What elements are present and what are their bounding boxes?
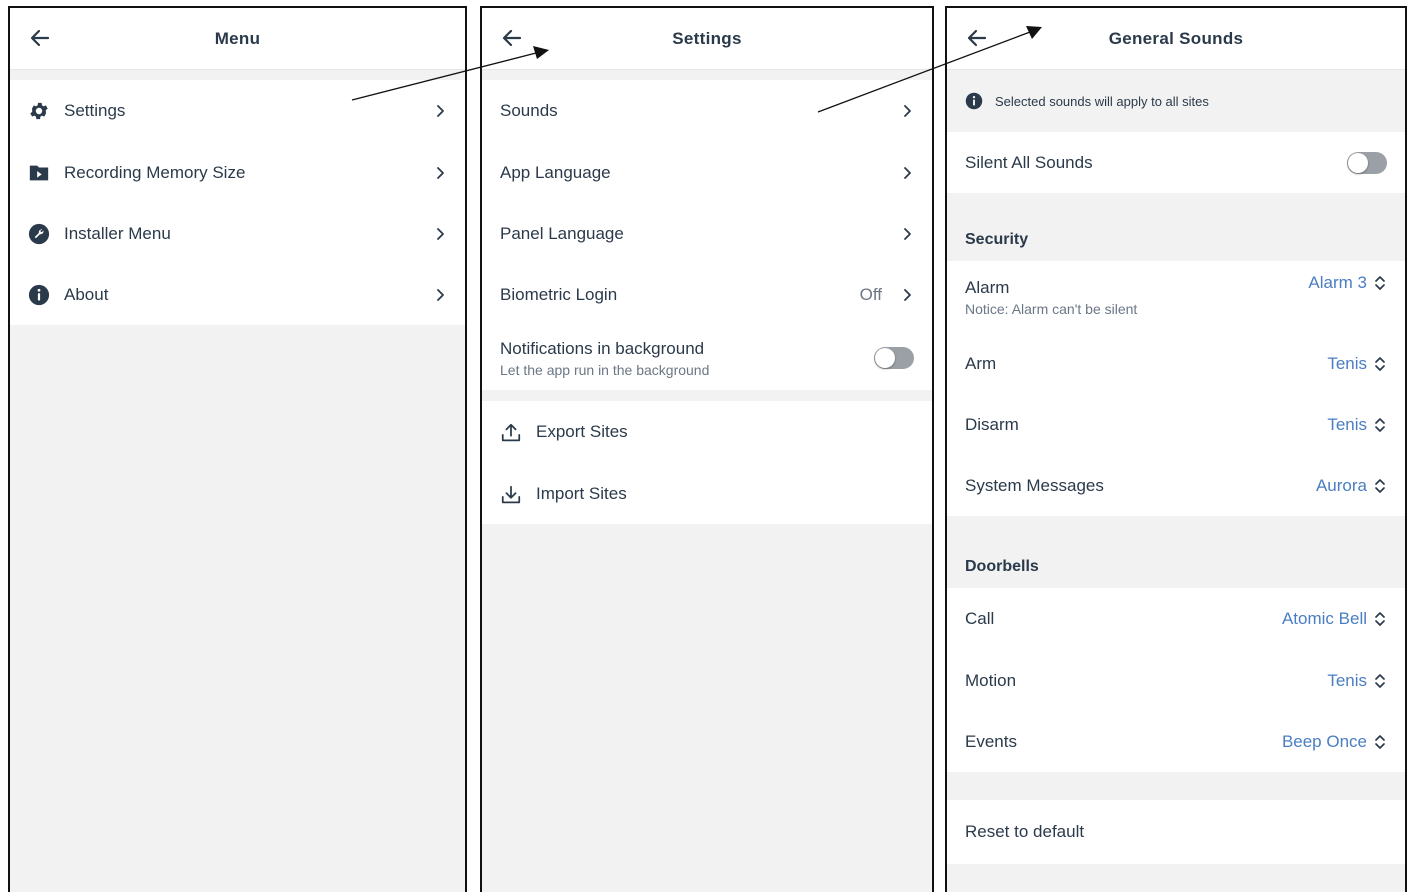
menu-item-recording-memory[interactable]: Recording Memory Size — [10, 142, 465, 203]
sound-value: Tenis — [1327, 414, 1367, 434]
chevron-up-down-icon — [1375, 734, 1385, 749]
action-label: Import Sites — [536, 483, 627, 503]
settings-item-label: Panel Language — [500, 223, 624, 243]
menu-header: Menu — [10, 8, 465, 70]
settings-item-panel-language[interactable]: Panel Language — [482, 203, 932, 264]
reset-label: Reset to default — [965, 822, 1085, 841]
menu-list: Settings Recording Memory Size Installer… — [10, 80, 465, 325]
sound-value: Alarm 3 — [1308, 273, 1367, 292]
biometric-status: Off — [859, 285, 882, 304]
menu-item-about[interactable]: About — [10, 264, 465, 325]
notifications-toggle[interactable] — [874, 347, 914, 369]
menu-item-label: Installer Menu — [64, 223, 171, 243]
chevron-right-icon — [904, 227, 911, 240]
gear-icon — [28, 100, 50, 122]
chevron-up-down-icon — [1375, 276, 1385, 290]
settings-item-label: App Language — [500, 162, 611, 182]
arrow-left-icon[interactable] — [500, 26, 524, 50]
settings-item-sublabel: Let the app run in the background — [500, 361, 710, 378]
sound-value: Beep Once — [1281, 731, 1367, 751]
chevron-right-icon — [904, 289, 911, 301]
settings-item-label: Biometric Login — [500, 285, 618, 304]
chevron-right-icon — [437, 288, 444, 301]
settings-list: Sounds App Language Panel Language Biome… — [482, 80, 932, 390]
sound-value: Tenis — [1327, 353, 1367, 373]
folder-play-icon — [28, 162, 50, 184]
sounds-header: General Sounds — [947, 8, 1405, 70]
doorbells-list: Call Atomic Bell Motion Tenis Events Bee… — [947, 588, 1405, 772]
settings-item-label: Sounds — [500, 101, 558, 120]
info-icon — [965, 92, 983, 110]
menu-screen: Menu Settings Recording Memory Size Inst… — [8, 6, 467, 892]
sound-label: Disarm — [965, 414, 1019, 434]
silent-all-toggle[interactable] — [1347, 151, 1387, 174]
chevron-up-down-icon — [1375, 478, 1385, 493]
menu-item-label: Settings — [64, 101, 126, 120]
arrow-left-icon[interactable] — [965, 26, 989, 50]
chevron-right-icon — [437, 166, 444, 179]
action-label: Export Sites — [536, 422, 628, 441]
sound-value: Tenis — [1327, 670, 1367, 690]
sound-row-disarm[interactable]: Disarm Tenis — [947, 394, 1405, 455]
upload-icon — [500, 421, 522, 443]
sound-row-motion[interactable]: Motion Tenis — [947, 650, 1405, 711]
sound-label: Call — [965, 609, 995, 628]
sound-label: Motion — [965, 670, 1017, 690]
settings-item-notifications-background: Notifications in background Let the app … — [482, 326, 932, 390]
settings-item-sounds[interactable]: Sounds — [482, 80, 932, 142]
chevron-up-down-icon — [1375, 356, 1385, 371]
security-heading: Security — [947, 193, 1405, 261]
doorbells-heading: Doorbells — [947, 516, 1405, 588]
silent-all-label: Silent All Sounds — [965, 152, 1093, 172]
arrow-left-icon[interactable] — [28, 26, 52, 50]
chevron-right-icon — [437, 227, 444, 240]
wrench-icon — [28, 223, 50, 245]
download-icon — [500, 483, 522, 505]
sound-row-events[interactable]: Events Beep Once — [947, 711, 1405, 772]
notice-text: Selected sounds will apply to all sites — [995, 93, 1209, 109]
page-title: Settings — [672, 28, 742, 48]
sites-actions: Export Sites Import Sites — [482, 401, 932, 524]
menu-item-label: About — [64, 284, 109, 304]
chevron-right-icon — [437, 105, 444, 117]
settings-header: Settings — [482, 8, 932, 70]
sound-row-arm[interactable]: Arm Tenis — [947, 333, 1405, 394]
settings-item-label: Notifications in background — [500, 338, 705, 358]
sound-value: Atomic Bell — [1281, 609, 1367, 628]
import-sites-button[interactable]: Import Sites — [482, 463, 932, 524]
page-title: General Sounds — [1108, 28, 1244, 48]
settings-screen: Settings Sounds App Language Panel Langu… — [480, 6, 934, 892]
menu-item-installer[interactable]: Installer Menu — [10, 203, 465, 264]
sound-label: Events — [965, 731, 1017, 751]
chevron-up-down-icon — [1375, 417, 1385, 432]
reset-to-default-button[interactable]: Reset to default — [947, 800, 1405, 864]
settings-item-app-language[interactable]: App Language — [482, 142, 932, 203]
alarm-notice: Notice: Alarm can't be silent — [965, 300, 1138, 317]
menu-item-settings[interactable]: Settings — [10, 80, 465, 142]
sound-row-call[interactable]: Call Atomic Bell — [947, 588, 1405, 650]
silent-all-sounds-row: Silent All Sounds — [947, 132, 1405, 193]
info-icon — [28, 284, 50, 306]
settings-item-biometric-login[interactable]: Biometric Login Off — [482, 264, 932, 326]
sound-row-alarm[interactable]: Alarm Notice: Alarm can't be silent Alar… — [947, 261, 1405, 333]
chevron-right-icon — [904, 105, 911, 117]
info-notice: Selected sounds will apply to all sites — [947, 70, 1405, 132]
security-list: Alarm Notice: Alarm can't be silent Alar… — [947, 261, 1405, 516]
export-sites-button[interactable]: Export Sites — [482, 401, 932, 463]
menu-item-label: Recording Memory Size — [64, 162, 246, 182]
chevron-up-down-icon — [1375, 673, 1385, 688]
chevron-right-icon — [904, 166, 911, 179]
page-title: Menu — [214, 28, 261, 48]
general-sounds-screen: General Sounds Selected sounds will appl… — [945, 6, 1407, 892]
chevron-up-down-icon — [1375, 612, 1385, 626]
sound-value: Aurora — [1315, 475, 1367, 495]
sound-label: System Messages — [965, 475, 1104, 495]
sound-label: Arm — [965, 353, 997, 373]
sound-label: Alarm — [965, 277, 1010, 297]
sound-row-system-messages[interactable]: System Messages Aurora — [947, 455, 1405, 516]
